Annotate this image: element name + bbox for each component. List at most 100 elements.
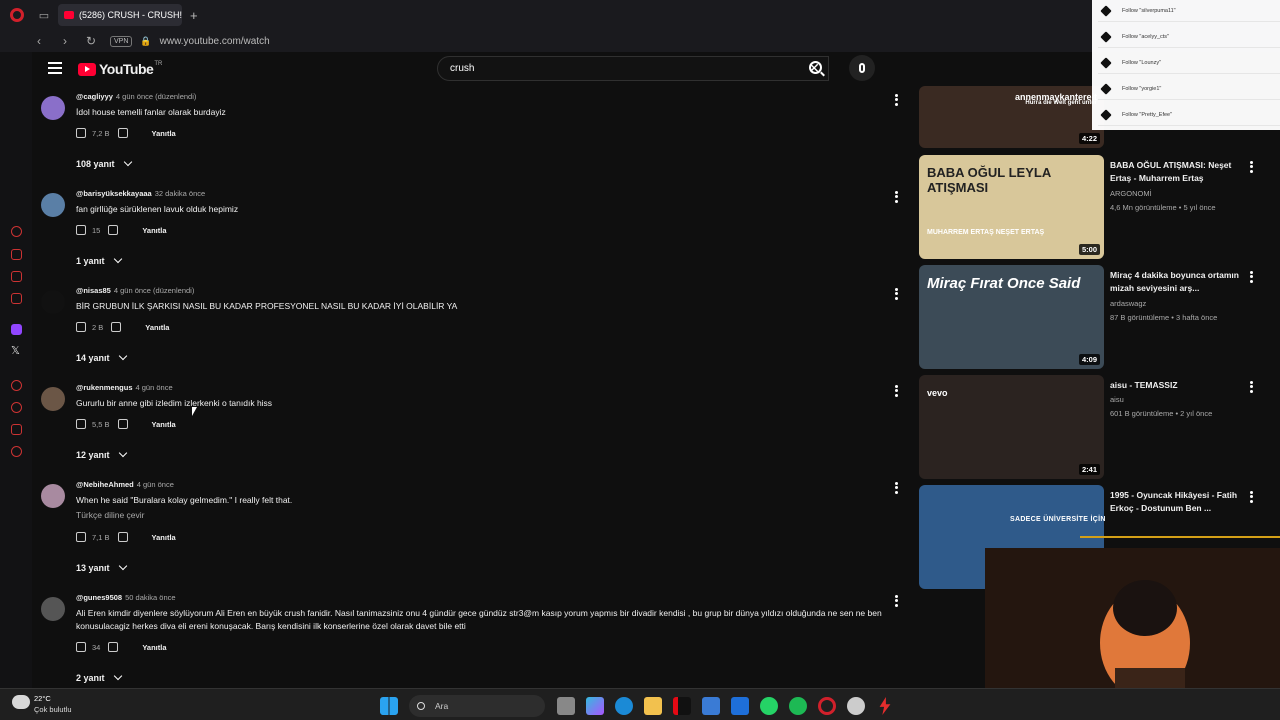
voice-search-button[interactable] [849,55,875,81]
comment-time[interactable]: 4 gün önce [137,480,174,489]
like-icon[interactable] [76,322,86,332]
store-icon[interactable] [702,697,720,715]
messenger-icon[interactable] [11,271,22,282]
comment-more-icon[interactable] [894,593,898,608]
avatar[interactable] [41,387,65,411]
video-thumbnail[interactable]: annenmaykantereit Hurra die Welt geht un… [919,86,1104,148]
reply-button[interactable]: Yanıtla [142,226,166,235]
new-tab-icon[interactable]: + [190,8,198,23]
reply-button[interactable]: Yanıtla [142,643,166,652]
weather-temperature[interactable]: 22°C [34,694,51,703]
netflix-icon[interactable] [673,697,691,715]
video-more-icon[interactable] [1249,269,1253,284]
lock-icon[interactable]: 🔒 [140,36,151,47]
settings-icon[interactable] [11,446,22,457]
youtube-logo[interactable]: YouTube TR [78,61,162,77]
aria-icon[interactable] [11,226,22,237]
video-title[interactable]: aisu - TEMASSIZ [1110,379,1240,392]
video-title[interactable]: Miraç 4 dakika boyunca ortamın mizah sev… [1110,269,1240,295]
dislike-icon[interactable] [108,642,119,652]
related-video[interactable]: BABA OĞUL LEYLA ATIŞMASI MUHARREM ERTAŞ … [919,155,1271,259]
related-video[interactable]: Miraç Fırat Once Said 4:09 Miraç 4 dakik… [919,265,1271,369]
search-icon[interactable] [809,61,822,74]
comment-author[interactable]: @nisas85 [76,286,111,295]
like-icon[interactable] [76,532,86,542]
forward-icon[interactable]: › [58,34,72,48]
windows-start-icon[interactable] [380,697,398,715]
dislike-icon[interactable] [117,419,128,429]
task-view-icon[interactable] [557,697,575,715]
reply-button[interactable]: Yanıtla [152,533,176,542]
comment-time[interactable]: 50 dakika önce [125,593,175,602]
comment-more-icon[interactable] [894,286,898,301]
video-thumbnail[interactable]: vevo 2:41 [919,375,1104,479]
video-more-icon[interactable] [1249,379,1253,394]
dislike-icon[interactable] [108,225,119,235]
replies-toggle[interactable]: 2 yanıt [76,671,122,683]
like-icon[interactable] [76,642,86,652]
dislike-icon[interactable] [117,532,128,542]
comment-author[interactable]: @cagliyyy [76,92,113,101]
weather-icon[interactable] [12,695,30,709]
music-icon[interactable] [11,293,22,304]
weather-description[interactable]: Çok bulutlu [34,705,72,714]
video-thumbnail[interactable]: BABA OĞUL LEYLA ATIŞMASI MUHARREM ERTAŞ … [919,155,1104,259]
tab-menu-icon[interactable]: ▭ [36,7,52,23]
like-icon[interactable] [76,419,86,429]
search-input[interactable] [450,63,770,74]
opera-logo-icon[interactable] [10,8,24,22]
comment-more-icon[interactable] [894,92,898,107]
history-icon[interactable] [11,402,22,413]
comment-author[interactable]: @barisyüksekkayaaa [76,189,152,198]
back-icon[interactable]: ‹ [32,34,46,48]
avatar[interactable] [41,290,65,314]
comment-time[interactable]: 32 dakika önce [155,189,205,198]
avatar[interactable] [41,96,65,120]
app-bolt-icon[interactable] [879,697,891,715]
like-icon[interactable] [76,128,86,138]
comment-time[interactable]: 4 gün önce (düzenlendi) [116,92,196,101]
avatar[interactable] [41,597,65,621]
channel-name[interactable]: aisu [1110,395,1124,404]
replies-toggle[interactable]: 14 yanıt [76,351,127,363]
shopping-icon[interactable] [11,249,22,260]
dislike-icon[interactable] [117,128,128,138]
reload-icon[interactable]: ↻ [84,34,98,48]
comment-time[interactable]: 4 gün önce [136,383,173,392]
dislike-icon[interactable] [111,322,122,332]
tab-youtube[interactable]: (5286) CRUSH - CRUSH! | [58,4,182,26]
menu-icon[interactable] [48,62,62,74]
video-title[interactable]: BABA OĞUL ATIŞMASI: Neşet Ertaş - Muharr… [1110,159,1240,185]
player-icon[interactable] [11,380,22,391]
url-field[interactable]: www.youtube.com/watch [160,36,270,47]
replies-toggle[interactable]: 13 yanıt [76,561,127,573]
edge-icon[interactable] [615,697,633,715]
replies-toggle[interactable]: 108 yanıt [76,157,132,169]
avatar[interactable] [41,193,65,217]
like-icon[interactable] [76,225,86,235]
x-twitter-icon[interactable]: 𝕏 [11,346,22,357]
mail-icon[interactable] [731,697,749,715]
comment-author[interactable]: @rukenmengus [76,383,133,392]
comment-more-icon[interactable] [894,480,898,495]
video-thumbnail[interactable]: Miraç Fırat Once Said 4:09 [919,265,1104,369]
taskbar-search[interactable]: Ara [409,695,545,717]
comment-author[interactable]: @NebiheAhmed [76,480,134,489]
opera-gx-icon[interactable] [818,697,836,715]
avatar[interactable] [41,484,65,508]
related-video[interactable]: vevo 2:41 aisu - TEMASSIZ aisu 601 B gör… [919,375,1271,479]
reply-button[interactable]: Yanıtla [152,129,176,138]
file-explorer-icon[interactable] [644,697,662,715]
video-more-icon[interactable] [1249,159,1253,174]
obs-icon[interactable] [847,697,865,715]
extensions-icon[interactable] [11,424,22,435]
whatsapp-icon[interactable] [760,697,778,715]
comment-more-icon[interactable] [894,383,898,398]
comment-more-icon[interactable] [894,189,898,204]
vpn-badge[interactable]: VPN [110,35,133,47]
channel-name[interactable]: ARGONOMİ [1110,189,1152,198]
translate-link[interactable]: Türkçe diline çevir [76,510,145,520]
channel-name[interactable]: ardaswagz [1110,299,1146,308]
comment-time[interactable]: 4 gün önce (düzenlendi) [114,286,194,295]
video-title[interactable]: 1995 - Oyuncak Hikâyesi - Fatih Erkoç - … [1110,489,1240,515]
